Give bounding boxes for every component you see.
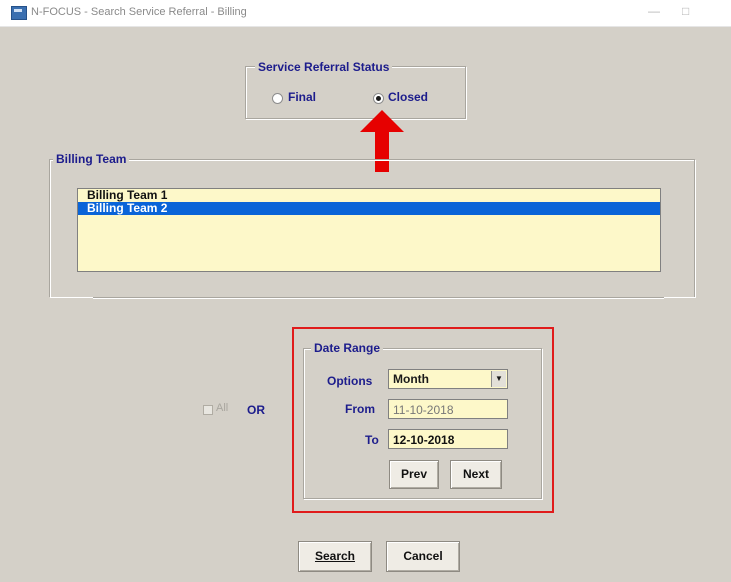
- annotation-arrow-head: [360, 110, 404, 132]
- all-checkbox[interactable]: [203, 405, 213, 415]
- minimize-icon[interactable]: —: [648, 4, 660, 18]
- billing-team-list[interactable]: Billing Team 1 Billing Team 2: [77, 188, 661, 272]
- search-button[interactable]: Search: [298, 541, 372, 572]
- date-range-label: Date Range: [311, 341, 384, 355]
- cancel-button[interactable]: Cancel: [386, 541, 460, 572]
- window-title: N-FOCUS - Search Service Referral - Bill…: [31, 6, 247, 18]
- maximize-icon[interactable]: □: [682, 4, 689, 18]
- app-icon: [11, 6, 27, 20]
- all-checkbox-label: All: [216, 402, 229, 414]
- options-select[interactable]: Month ▼: [388, 369, 508, 389]
- chevron-down-icon[interactable]: ▼: [491, 371, 506, 387]
- title-bar: N-FOCUS - Search Service Referral - Bill…: [0, 0, 731, 27]
- billing-team-label: Billing Team: [53, 152, 130, 166]
- final-radio-label[interactable]: Final: [288, 90, 316, 104]
- options-label: Options: [327, 374, 373, 388]
- to-date-field[interactable]: 12-10-2018: [388, 429, 508, 449]
- or-label: OR: [247, 403, 265, 417]
- options-select-value: Month: [393, 372, 429, 386]
- to-label: To: [365, 433, 379, 447]
- from-date-field: 11-10-2018: [388, 399, 508, 419]
- list-item-selected[interactable]: Billing Team 2: [78, 202, 660, 215]
- divider: [93, 297, 664, 299]
- next-button[interactable]: Next: [450, 460, 502, 489]
- closed-radio[interactable]: [373, 93, 384, 104]
- service-referral-status-label: Service Referral Status: [255, 60, 393, 74]
- closed-radio-label[interactable]: Closed: [388, 90, 428, 104]
- final-radio[interactable]: [272, 93, 283, 104]
- from-label: From: [345, 402, 375, 416]
- prev-button[interactable]: Prev: [389, 460, 439, 489]
